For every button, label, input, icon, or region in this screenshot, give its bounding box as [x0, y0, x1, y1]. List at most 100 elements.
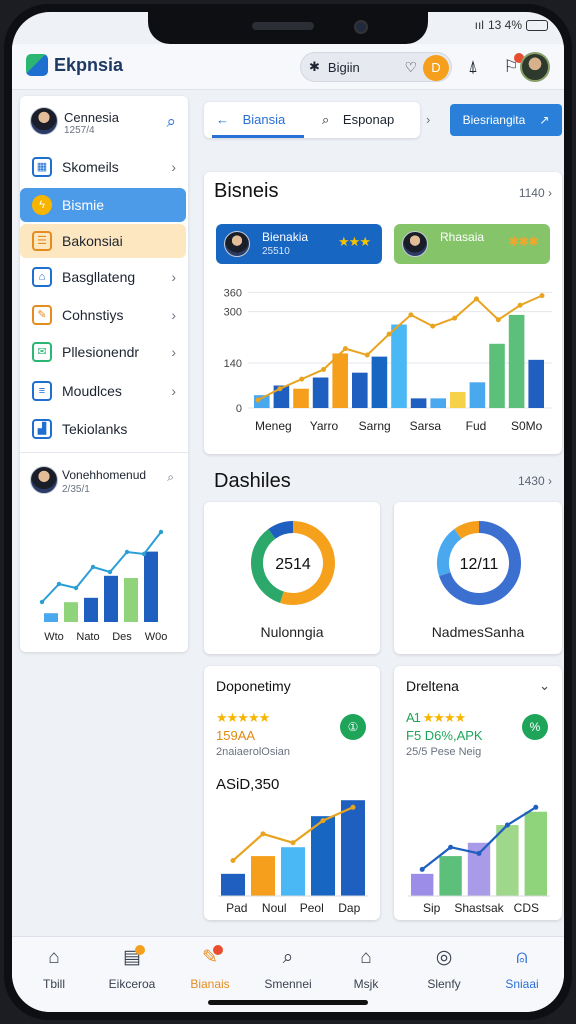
nav-item-slenfy[interactable]: ◎ Slenfy	[408, 945, 480, 991]
series-line	[41, 531, 162, 603]
bar	[489, 343, 505, 408]
card-meta[interactable]: 1430 ›	[518, 474, 552, 488]
card-name: Vonehhomenud	[62, 468, 147, 482]
user-icon: ⍝	[516, 947, 528, 968]
nav-item-eikceroa[interactable]: ▤ Eikceroa	[96, 945, 168, 991]
pie-slice	[268, 521, 294, 539]
line-point	[517, 302, 523, 308]
donut-chart: 12/11	[437, 521, 521, 605]
line-point	[321, 366, 327, 372]
performance-card[interactable]: Doponetimy ★★★★★ 159AA 2naiaerolOsian AS…	[204, 666, 380, 920]
card-meta[interactable]: 1140 ›	[519, 186, 552, 200]
tab-back[interactable]: ← Biansia	[212, 102, 304, 138]
sidebar-item-label: Tekiolanks	[62, 421, 128, 437]
line-point	[342, 346, 348, 352]
x-tick-label: Yarro	[310, 419, 339, 433]
status-badge[interactable]: %	[522, 714, 548, 740]
rating-stars: ★★★★★	[216, 710, 270, 725]
x-tick-label: Des	[112, 631, 132, 643]
sidebar-item-label: Basgllateng	[62, 269, 136, 285]
speaker-grille	[252, 22, 314, 30]
rating-text: A1	[406, 710, 421, 725]
notification-icon[interactable]: ⚐	[500, 53, 524, 78]
nav-item-tbill[interactable]: ⌂ Tbill	[18, 945, 90, 991]
nav-label: Tbill	[42, 977, 65, 991]
nav-label: Eikceroa	[108, 977, 156, 991]
status-badge[interactable]: ①	[340, 714, 366, 740]
asterisk-icon: ✱	[309, 59, 320, 74]
sidebar-profile[interactable]: Cennesia 1257/4 ⌕	[20, 96, 188, 146]
bar	[508, 314, 525, 408]
bar	[410, 398, 427, 408]
line-point	[452, 315, 458, 321]
chevron-right-icon[interactable]: ›	[426, 112, 430, 127]
donut-card-a[interactable]: 2514 Nulonngia	[204, 502, 380, 654]
line-point	[364, 352, 370, 358]
x-tick-label: S0Mo	[511, 419, 543, 433]
line-point	[408, 312, 414, 318]
bar	[281, 847, 305, 896]
details-card[interactable]: Dreltena ⌄ A1 ★★★★ F5 D6%,APK 25/5 Pese …	[394, 666, 562, 920]
metric-value: 159AA	[216, 728, 256, 743]
heart-icon[interactable]: ♡	[404, 59, 417, 76]
card-title: Bisneis	[214, 180, 279, 202]
line-point	[473, 296, 479, 302]
nav-item-msjk[interactable]: ⌂ Msjk	[330, 945, 402, 991]
sidebar-item-bismie[interactable]: ϟ Bismie	[20, 188, 186, 222]
bar	[221, 873, 245, 896]
bar	[439, 856, 462, 896]
card-title: Dreltena	[406, 678, 459, 694]
notch	[148, 12, 428, 44]
user-avatar[interactable]	[520, 52, 550, 82]
pill-name: Rhasaia	[440, 230, 485, 244]
avatar	[224, 231, 250, 257]
sidebar-item-label: Moudlces	[62, 383, 122, 399]
x-tick-label: CDS	[514, 901, 539, 915]
sidebar-item-skomeils[interactable]: ▦ Skomeils ›	[20, 150, 188, 184]
x-tick-label: Peol	[300, 901, 324, 915]
app-header: Ekpnsia ✱ Bigiin ♡ D ⍋ ⚐	[12, 44, 564, 90]
sidebar-item-moudlces[interactable]: ≡ Moudlces ›	[20, 374, 188, 408]
bar	[44, 613, 58, 622]
account-badge[interactable]: D	[423, 55, 449, 81]
app-logo[interactable]: Ekpnsia	[26, 54, 123, 76]
bell-icon[interactable]: ⍋	[462, 56, 484, 78]
nav-label: Msjk	[353, 977, 379, 991]
line-point	[419, 866, 425, 872]
profile-pill-a[interactable]: Bienakia 25510 ★★★	[216, 224, 382, 264]
nav-label: Slenfy	[427, 977, 461, 991]
sidebar-item-basgllateng[interactable]: ⌂ Basgllateng ›	[20, 260, 188, 294]
metric-caption: 25/5 Pese Neig	[406, 746, 482, 758]
donut-card-b[interactable]: 12/11 NadmesSanha	[394, 502, 562, 654]
business-card: Bisneis 1140 › Bienakia 25510 ★★★ Rhasai…	[204, 172, 562, 454]
bolt-icon: ϟ	[32, 195, 52, 215]
tab-label: Biansia	[242, 112, 286, 127]
business-chart: 0 140 300 360 Meneg Yarro Sarng Sarsa Fud S0Mo	[224, 287, 552, 433]
search-icon[interactable]: ⌕	[166, 112, 176, 132]
rating-stars: ★★★★	[422, 710, 467, 725]
nav-item-smennei[interactable]: ⌕ Smennei	[252, 945, 324, 991]
x-tick-label: W0o	[145, 631, 168, 643]
rating-row: A1 ★★★★	[406, 710, 467, 726]
sidebar-item-tekiolanks[interactable]: ▟ Tekiolanks	[20, 412, 188, 446]
bar	[352, 372, 368, 408]
x-tick-label: Fud	[466, 419, 487, 433]
sidebar-item-bakonsiai[interactable]: ☰ Bakonsiai	[20, 224, 186, 258]
sidebar-item-label: Bakonsiai	[62, 233, 123, 249]
bar	[293, 388, 309, 408]
x-tick-label: Sip	[423, 901, 441, 915]
nav-item-sniaai[interactable]: ⍝ Sniaai	[486, 945, 558, 991]
button-label: Biesriangita	[462, 113, 526, 127]
sidebar-item-pllesionendr[interactable]: ✉ Pllesionendr ›	[20, 335, 188, 369]
line-point	[39, 599, 45, 605]
x-tick-label: Pad	[226, 901, 247, 915]
chevron-down-icon[interactable]: ⌄	[539, 678, 550, 694]
primary-action-button[interactable]: Biesriangita ↗	[450, 104, 562, 136]
line-point	[539, 293, 545, 299]
nav-item-bianais[interactable]: ✎ Bianais	[174, 945, 246, 991]
header-search[interactable]: ✱ Bigiin ♡ D	[300, 52, 452, 82]
profile-pill-b[interactable]: Rhasaia ✱✱✱	[394, 224, 550, 264]
sidebar-item-cohnstiys[interactable]: ✎ Cohnstiys ›	[20, 298, 188, 332]
tab-search[interactable]: ⌕ Esponap	[322, 102, 394, 138]
search-icon[interactable]: ⌕	[167, 470, 174, 485]
